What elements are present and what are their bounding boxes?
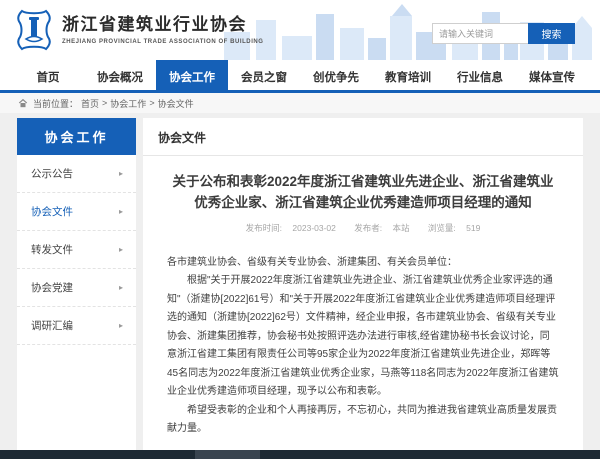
main-nav: 首页 协会概况 协会工作 会员之窗 创优争先 教育培训 行业信息 媒体宣传 [0, 60, 600, 93]
sidebar-title: 协会工作 [17, 118, 136, 155]
sidebar-item-label: 协会党建 [31, 280, 73, 295]
sidebar-menu: 公示公告 ▸ 协会文件 ▸ 转发文件 ▸ 协会党建 ▸ 调研汇编 ▸ [17, 155, 136, 345]
chevron-right-icon: ▸ [119, 321, 123, 330]
article: 关于公布和表彰2022年度浙江省建筑业先进企业、浙江省建筑业优秀企业家、浙江省建… [143, 172, 583, 450]
main-area: 协会工作 公示公告 ▸ 协会文件 ▸ 转发文件 ▸ 协会党建 ▸ [0, 113, 600, 450]
publisher: 发布者: 本站 [350, 223, 413, 233]
sidebar-item-party-building[interactable]: 协会党建 ▸ [17, 269, 136, 307]
sidebar-item-label: 转发文件 [31, 242, 73, 257]
nav-item-excellence[interactable]: 创优争先 [300, 60, 372, 93]
sidebar-item-research-compilation[interactable]: 调研汇编 ▸ [17, 307, 136, 345]
search-input[interactable] [432, 23, 528, 44]
breadcrumb-separator: > [102, 98, 107, 108]
salutation: 各市建筑业协会、省级有关专业协会、浙建集团、有关会员单位： [167, 254, 559, 273]
nav-item-training[interactable]: 教育培训 [372, 60, 444, 93]
sidebar-item-forwarded-files[interactable]: 转发文件 ▸ [17, 231, 136, 269]
site-logo[interactable]: 浙江省建筑业行业协会 ZHEJIANG PROVINCIAL TRADE ASS… [14, 9, 264, 51]
sidebar-item-label: 协会文件 [31, 204, 73, 219]
chevron-right-icon: ▸ [119, 207, 123, 216]
breadcrumb: 当前位置： 首页 > 协会工作 > 协会文件 [0, 93, 600, 113]
publish-time: 发布时间: 2023-03-02 [242, 223, 340, 233]
section-title: 协会文件 [143, 118, 583, 156]
sidebar-item-label: 调研汇编 [31, 318, 73, 333]
article-title: 关于公布和表彰2022年度浙江省建筑业先进企业、浙江省建筑业优秀企业家、浙江省建… [171, 172, 555, 214]
body-paragraph: 根据"关于开展2022年度浙江省建筑业先进企业、浙江省建筑业优秀企业家评选的通知… [167, 272, 559, 402]
nav-item-members[interactable]: 会员之窗 [228, 60, 300, 93]
nav-item-association-work[interactable]: 协会工作 [156, 60, 228, 93]
site-header: 浙江省建筑业行业协会 ZHEJIANG PROVINCIAL TRADE ASS… [0, 0, 600, 60]
org-name-zh: 浙江省建筑业行业协会 [62, 15, 264, 35]
association-emblem-icon [14, 9, 54, 51]
nav-item-home[interactable]: 首页 [12, 60, 84, 93]
breadcrumb-separator: > [149, 98, 154, 108]
nav-item-about[interactable]: 协会概况 [84, 60, 156, 93]
sidebar-item-association-files[interactable]: 协会文件 ▸ [17, 193, 136, 231]
sidebar-item-label: 公示公告 [31, 166, 73, 181]
home-icon [18, 98, 28, 108]
org-name-block: 浙江省建筑业行业协会 ZHEJIANG PROVINCIAL TRADE ASS… [62, 15, 264, 44]
sidebar: 协会工作 公示公告 ▸ 协会文件 ▸ 转发文件 ▸ 协会党建 ▸ [17, 118, 136, 450]
breadcrumb-prefix: 当前位置： [33, 97, 78, 110]
chevron-right-icon: ▸ [119, 283, 123, 292]
footer-bar-segment [195, 450, 260, 459]
search-bar: 搜索 [432, 23, 575, 44]
article-meta: 发布时间: 2023-03-02 发布者: 本站 浏览量: 519 [167, 222, 559, 234]
body-paragraph: 希望受表彰的企业和个人再接再厉，不忘初心，共同为推进我省建筑业高质量发展贡献力量… [167, 402, 559, 439]
breadcrumb-home[interactable]: 首页 [81, 97, 99, 110]
page: 浙江省建筑业行业协会 ZHEJIANG PROVINCIAL TRADE ASS… [0, 0, 600, 459]
nav-item-media[interactable]: 媒体宣传 [516, 60, 588, 93]
breadcrumb-association-work[interactable]: 协会工作 [110, 97, 146, 110]
view-count: 浏览量: 519 [424, 223, 484, 233]
search-button[interactable]: 搜索 [528, 23, 575, 44]
breadcrumb-association-files[interactable]: 协会文件 [158, 97, 194, 110]
chevron-right-icon: ▸ [119, 245, 123, 254]
article-body: 各市建筑业协会、省级有关专业协会、浙建集团、有关会员单位： 根据"关于开展202… [167, 254, 559, 450]
org-name-en: ZHEJIANG PROVINCIAL TRADE ASSOCIATION OF… [62, 39, 264, 45]
content-panel: 协会文件 关于公布和表彰2022年度浙江省建筑业先进企业、浙江省建筑业优秀企业家… [143, 118, 583, 450]
footer-bar [0, 450, 600, 459]
chevron-right-icon: ▸ [119, 169, 123, 178]
nav-item-industry-info[interactable]: 行业信息 [444, 60, 516, 93]
sidebar-item-public-notices[interactable]: 公示公告 ▸ [17, 155, 136, 193]
